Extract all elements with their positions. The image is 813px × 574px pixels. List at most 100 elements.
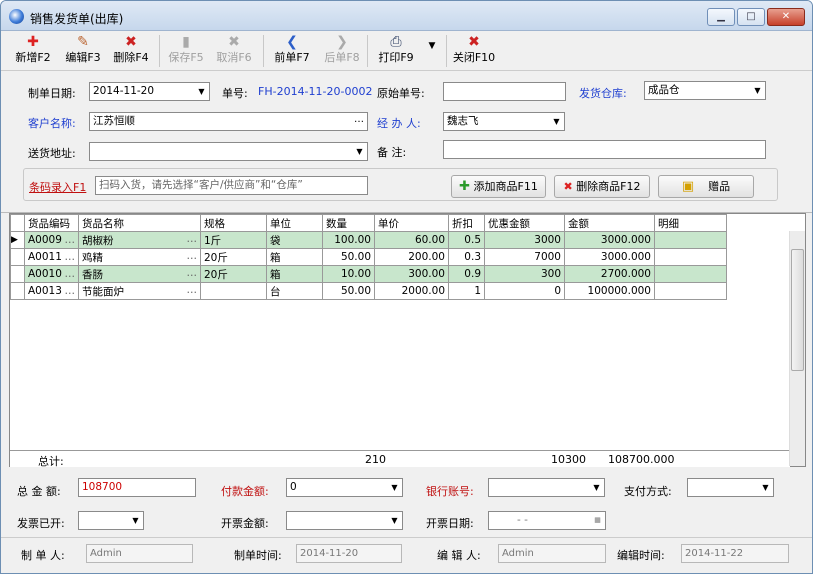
minimize-button[interactable]: ▁ xyxy=(707,8,735,26)
gift-button[interactable]: ▣ 赠品 xyxy=(658,175,754,198)
ellipsis-icon[interactable]: … xyxy=(187,250,198,262)
table-cell-qty[interactable]: 50.00 xyxy=(322,248,375,266)
table-cell-spec[interactable]: 20斤 xyxy=(200,265,267,283)
table-cell-unit[interactable]: 台 xyxy=(266,282,323,300)
ellipsis-icon[interactable]: … xyxy=(65,285,76,297)
column-header[interactable]: 货品名称 xyxy=(78,214,201,232)
chevron-down-icon[interactable]: ▼ xyxy=(352,143,367,160)
column-header[interactable]: 明细 xyxy=(654,214,727,232)
table-cell-price[interactable]: 200.00 xyxy=(374,248,449,266)
table-cell-name[interactable]: 胡椒粉… xyxy=(78,231,201,249)
column-header[interactable]: 单价 xyxy=(374,214,449,232)
invoiced-select[interactable]: ▼ xyxy=(78,511,144,530)
table-cell-unit[interactable]: 箱 xyxy=(266,265,323,283)
address-select[interactable]: ▼ xyxy=(89,142,368,161)
maximize-button[interactable]: □ xyxy=(737,8,765,26)
table-cell-amount[interactable]: 3000.000 xyxy=(564,248,655,266)
table-cell-disc[interactable]: 1 xyxy=(448,282,485,300)
table-row[interactable]: A0011… 鸡精… 20斤箱 50.00 200.00 0.3 7000 3000.000 xyxy=(10,248,727,266)
grid-scrollbar[interactable] xyxy=(789,231,805,466)
calendar-icon[interactable]: ▦ xyxy=(590,512,605,529)
cancel-button[interactable]: ✖ 取消F6 xyxy=(213,33,255,69)
table-cell-qty[interactable]: 50.00 xyxy=(322,282,375,300)
chevron-down-icon[interactable]: ▼ xyxy=(750,82,765,99)
table-cell-favor[interactable]: 3000 xyxy=(484,231,565,249)
ellipsis-icon[interactable]: … xyxy=(65,234,76,246)
table-cell-disc[interactable]: 0.3 xyxy=(448,248,485,266)
table-cell-unit[interactable]: 袋 xyxy=(266,231,323,249)
table-cell-detail[interactable] xyxy=(654,265,727,283)
chevron-down-icon[interactable]: ▼ xyxy=(549,113,564,130)
table-cell-price[interactable]: 300.00 xyxy=(374,265,449,283)
customer-field[interactable]: 江苏恒顺… xyxy=(89,112,368,131)
table-cell-code[interactable]: A0010… xyxy=(24,265,79,283)
ellipsis-icon[interactable]: … xyxy=(187,284,198,296)
ellipsis-icon[interactable]: … xyxy=(187,233,198,245)
column-header[interactable]: 规格 xyxy=(200,214,267,232)
table-cell-code[interactable]: A0011… xyxy=(24,248,79,266)
column-header[interactable]: 货品编码 xyxy=(24,214,79,232)
table-cell-name[interactable]: 节能面炉… xyxy=(78,282,201,300)
chevron-down-icon[interactable]: ▼ xyxy=(128,512,143,529)
table-cell-price[interactable]: 60.00 xyxy=(374,231,449,249)
edit-button[interactable]: ✎ 编辑F3 xyxy=(61,33,105,69)
table-cell-code[interactable]: A0013… xyxy=(24,282,79,300)
chevron-down-icon[interactable]: ▼ xyxy=(387,512,402,529)
save-button[interactable]: ▮ 保存F5 xyxy=(165,33,207,69)
original-no-input[interactable] xyxy=(443,82,566,101)
scrollbar-thumb[interactable] xyxy=(791,249,804,371)
ellipsis-icon[interactable]: … xyxy=(65,251,76,263)
table-cell-favor[interactable]: 7000 xyxy=(484,248,565,266)
invoice-amount-select[interactable]: ▼ xyxy=(286,511,403,530)
table-cell-qty[interactable]: 100.00 xyxy=(322,231,375,249)
table-cell-amount[interactable]: 3000.000 xyxy=(564,231,655,249)
close-button[interactable]: ✖ 关闭F10 xyxy=(449,33,499,69)
table-cell-amount[interactable]: 100000.000 xyxy=(564,282,655,300)
table-cell-name[interactable]: 香肠… xyxy=(78,265,201,283)
close-window-button[interactable]: ✕ xyxy=(767,8,805,26)
table-cell-detail[interactable] xyxy=(654,231,727,249)
column-header[interactable]: 单位 xyxy=(266,214,323,232)
total-amount-field[interactable]: 108700 xyxy=(78,478,196,497)
table-cell-spec[interactable] xyxy=(200,282,267,300)
table-row[interactable]: A0010… 香肠… 20斤箱 10.00 300.00 0.9 300 2700.000 xyxy=(10,265,727,283)
ellipsis-icon[interactable]: … xyxy=(65,268,76,280)
table-cell-favor[interactable]: 300 xyxy=(484,265,565,283)
next-button[interactable]: ❯ 后单F8 xyxy=(321,33,363,69)
invoice-date-field[interactable]: - - ▦ xyxy=(488,511,606,530)
prev-button[interactable]: ❮ 前单F7 xyxy=(271,33,313,69)
table-cell-name[interactable]: 鸡精… xyxy=(78,248,201,266)
delete-button[interactable]: ✖ 删除F4 xyxy=(109,33,153,69)
print-button[interactable]: ⎙ 打印F9 xyxy=(374,33,418,69)
table-cell-price[interactable]: 2000.00 xyxy=(374,282,449,300)
handler-select[interactable]: 魏志飞 ▼ xyxy=(443,112,565,131)
pay-method-select[interactable]: ▼ xyxy=(687,478,774,497)
column-header[interactable]: 数量 xyxy=(322,214,375,232)
table-cell-detail[interactable] xyxy=(654,248,727,266)
warehouse-select[interactable]: 成品仓 ▼ xyxy=(644,81,766,100)
remark-input[interactable] xyxy=(443,140,766,159)
table-cell-qty[interactable]: 10.00 xyxy=(322,265,375,283)
add-goods-button[interactable]: ✚ 添加商品F11 xyxy=(451,175,546,198)
ellipsis-icon[interactable]: … xyxy=(187,267,198,279)
column-header[interactable]: 优惠金额 xyxy=(484,214,565,232)
table-cell-disc[interactable]: 0.5 xyxy=(448,231,485,249)
chevron-down-icon[interactable]: ▼ xyxy=(194,83,209,100)
table-cell-spec[interactable]: 1斤 xyxy=(200,231,267,249)
chevron-down-icon[interactable]: ▼ xyxy=(758,479,773,496)
table-row[interactable]: ▶ A0009… 胡椒粉… 1斤袋 100.00 60.00 0.5 3000 3000.000 xyxy=(10,231,727,249)
table-cell-spec[interactable]: 20斤 xyxy=(200,248,267,266)
ellipsis-icon[interactable]: … xyxy=(351,113,367,130)
chevron-down-icon[interactable]: ▼ xyxy=(589,479,604,496)
table-cell-disc[interactable]: 0.9 xyxy=(448,265,485,283)
bank-select[interactable]: ▼ xyxy=(488,478,605,497)
column-header[interactable]: 折扣 xyxy=(448,214,485,232)
date-field[interactable]: 2014-11-20 ▼ xyxy=(89,82,210,101)
barcode-input[interactable]: 扫码入货，请先选择“客户/供应商”和“仓库” xyxy=(95,176,368,195)
chevron-down-icon[interactable]: ▼ xyxy=(387,479,402,496)
table-cell-amount[interactable]: 2700.000 xyxy=(564,265,655,283)
table-row[interactable]: A0013… 节能面炉… 台 50.00 2000.00 1 0 100000.000 xyxy=(10,282,727,300)
pay-amount-select[interactable]: 0 ▼ xyxy=(286,478,403,497)
table-cell-unit[interactable]: 箱 xyxy=(266,248,323,266)
table-cell-favor[interactable]: 0 xyxy=(484,282,565,300)
